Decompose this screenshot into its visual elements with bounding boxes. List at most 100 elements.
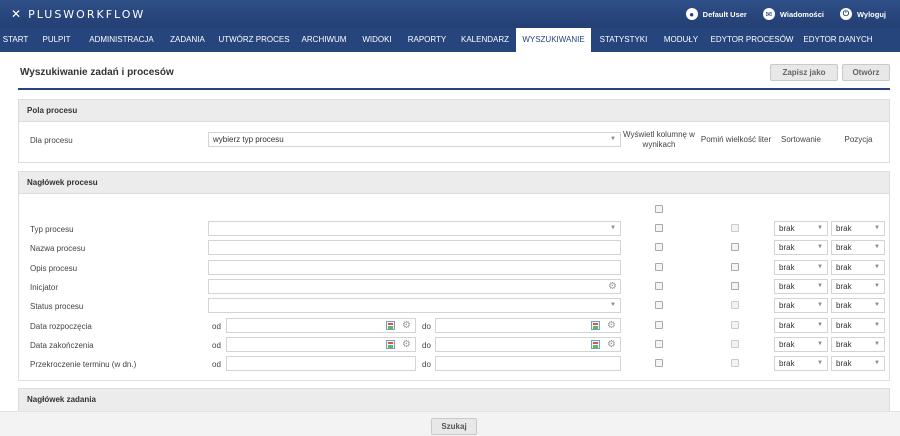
user-menu[interactable]: ● Default User	[685, 8, 747, 20]
sort-value: brak	[779, 340, 795, 349]
chevron-down-icon: ▼	[874, 341, 880, 347]
start-date-from-input[interactable]: ⚙	[226, 318, 416, 333]
sort-select[interactable]: brak ▼	[774, 260, 828, 275]
position-select[interactable]: brak ▼	[831, 337, 885, 352]
open-button[interactable]: Otwórz	[842, 64, 890, 81]
app-logo[interactable]: ✕ PLUSWORKFLOW	[11, 7, 145, 21]
position-select[interactable]: brak ▼	[831, 279, 885, 294]
from-label: od	[212, 322, 221, 331]
show-column-checkbox[interactable]	[655, 263, 663, 271]
chevron-down-icon: ▼	[817, 322, 823, 328]
sort-select[interactable]: brak ▼	[774, 337, 828, 352]
menu-start[interactable]: START	[0, 28, 31, 52]
gear-icon[interactable]: ⚙	[607, 340, 616, 350]
sort-select[interactable]: brak ▼	[774, 279, 828, 294]
end-date-from-input[interactable]: ⚙	[226, 337, 416, 352]
position-select[interactable]: brak ▼	[831, 318, 885, 333]
show-column-checkbox[interactable]	[655, 321, 663, 329]
chevron-down-icon: ▼	[817, 302, 823, 308]
ignore-case-checkbox[interactable]	[731, 243, 739, 251]
position-select[interactable]: brak ▼	[831, 221, 885, 236]
position-value: brak	[836, 321, 852, 330]
show-column-checkbox[interactable]	[655, 359, 663, 367]
chevron-down-icon: ▼	[874, 360, 880, 366]
menu-edytor-procesow[interactable]: EDYTOR PROCESÓW	[706, 28, 798, 52]
overdue-from-input[interactable]	[226, 356, 416, 371]
messages-link[interactable]: ✉ Wiadomości	[762, 8, 824, 20]
to-label: do	[422, 341, 431, 350]
show-column-checkbox[interactable]	[655, 301, 663, 309]
sort-select[interactable]: brak ▼	[774, 356, 828, 371]
row-label-opis-procesu: Opis procesu	[30, 264, 78, 273]
show-column-checkbox[interactable]	[655, 282, 663, 290]
process-type-dropdown[interactable]: ▼	[208, 221, 621, 236]
initiator-input[interactable]: ⚙	[208, 279, 621, 294]
process-status-dropdown[interactable]: ▼	[208, 298, 621, 313]
start-date-to-input[interactable]: ⚙	[435, 318, 621, 333]
sort-select[interactable]: brak ▼	[774, 221, 828, 236]
menu-utworz-proces[interactable]: UTWÓRZ PROCES	[214, 28, 294, 52]
menu-edytor-danych[interactable]: EDYTOR DANYCH	[798, 28, 878, 52]
menu-kalendarz[interactable]: KALENDARZ	[454, 28, 516, 52]
process-name-input[interactable]	[208, 240, 621, 255]
select-all-checkbox[interactable]	[655, 205, 663, 213]
show-column-checkbox[interactable]	[655, 224, 663, 232]
logout-link[interactable]: ⏻ Wyloguj	[839, 8, 886, 20]
position-select[interactable]: brak ▼	[831, 260, 885, 275]
menu-pulpit[interactable]: PULPIT	[31, 28, 82, 52]
calendar-icon[interactable]	[386, 340, 395, 349]
menu-wyszukiwanie[interactable]: WYSZUKIWANIE	[516, 28, 591, 52]
row-label-nazwa-procesu: Nazwa procesu	[30, 244, 86, 253]
row-label-przekroczenie-terminu: Przekroczenie terminu (w dn.)	[30, 360, 137, 369]
gear-icon[interactable]: ⚙	[607, 321, 616, 331]
calendar-icon[interactable]	[591, 340, 600, 349]
process-description-input[interactable]	[208, 260, 621, 275]
position-select[interactable]: brak ▼	[831, 298, 885, 313]
menu-moduly[interactable]: MODUŁY	[656, 28, 706, 52]
show-column-checkbox[interactable]	[655, 243, 663, 251]
end-date-to-input[interactable]: ⚙	[435, 337, 621, 352]
menu-raporty[interactable]: RAPORTY	[400, 28, 454, 52]
sort-select[interactable]: brak ▼	[774, 318, 828, 333]
row-label-data-rozpoczecia: Data rozpoczęcia	[30, 322, 92, 331]
position-value: brak	[836, 359, 852, 368]
menu-archiwum[interactable]: ARCHIWUM	[294, 28, 354, 52]
position-select[interactable]: brak ▼	[831, 240, 885, 255]
sort-select[interactable]: brak ▼	[774, 240, 828, 255]
logo-text: PLUSWORKFLOW	[28, 7, 146, 21]
show-column-checkbox[interactable]	[655, 340, 663, 348]
calendar-icon[interactable]	[386, 321, 395, 330]
ignore-case-checkbox[interactable]	[731, 282, 739, 290]
search-button[interactable]: Szukaj	[431, 418, 477, 435]
envelope-icon: ✉	[762, 8, 775, 20]
row-label-typ-procesu: Typ procesu	[30, 225, 74, 234]
logo-x-icon: ✕	[11, 7, 23, 21]
chevron-down-icon: ▼	[817, 341, 823, 347]
menu-administracja[interactable]: ADMINISTRACJA	[82, 28, 161, 52]
logout-label: Wyloguj	[856, 9, 886, 19]
ignore-case-checkbox	[731, 301, 739, 309]
user-area: ● Default User ✉ Wiadomości ⏻ Wyloguj	[685, 0, 900, 28]
menu-widoki[interactable]: WIDOKI	[354, 28, 400, 52]
for-process-label: Dla procesu	[30, 136, 73, 145]
process-fields-header: Pola procesu	[19, 100, 889, 122]
chevron-down-icon: ▼	[874, 283, 880, 289]
overdue-to-input[interactable]	[435, 356, 621, 371]
menu-zadania[interactable]: ZADANIA	[161, 28, 214, 52]
task-header-section: Nagłówek zadania	[18, 388, 890, 411]
sort-select[interactable]: brak ▼	[774, 298, 828, 313]
process-type-select[interactable]: wybierz typ procesu ▼	[208, 132, 621, 147]
menu-statystyki[interactable]: STATYSTYKI	[591, 28, 656, 52]
gear-icon[interactable]: ⚙	[402, 340, 411, 350]
calendar-icon[interactable]	[591, 321, 600, 330]
from-label: od	[212, 341, 221, 350]
ignore-case-checkbox	[731, 359, 739, 367]
gear-icon[interactable]: ⚙	[608, 282, 617, 292]
save-as-button[interactable]: Zapisz jako	[770, 64, 838, 81]
gear-icon[interactable]: ⚙	[402, 321, 411, 331]
chevron-down-icon: ▼	[610, 225, 616, 231]
sort-value: brak	[779, 282, 795, 291]
ignore-case-checkbox[interactable]	[731, 263, 739, 271]
position-value: brak	[836, 282, 852, 291]
position-select[interactable]: brak ▼	[831, 356, 885, 371]
